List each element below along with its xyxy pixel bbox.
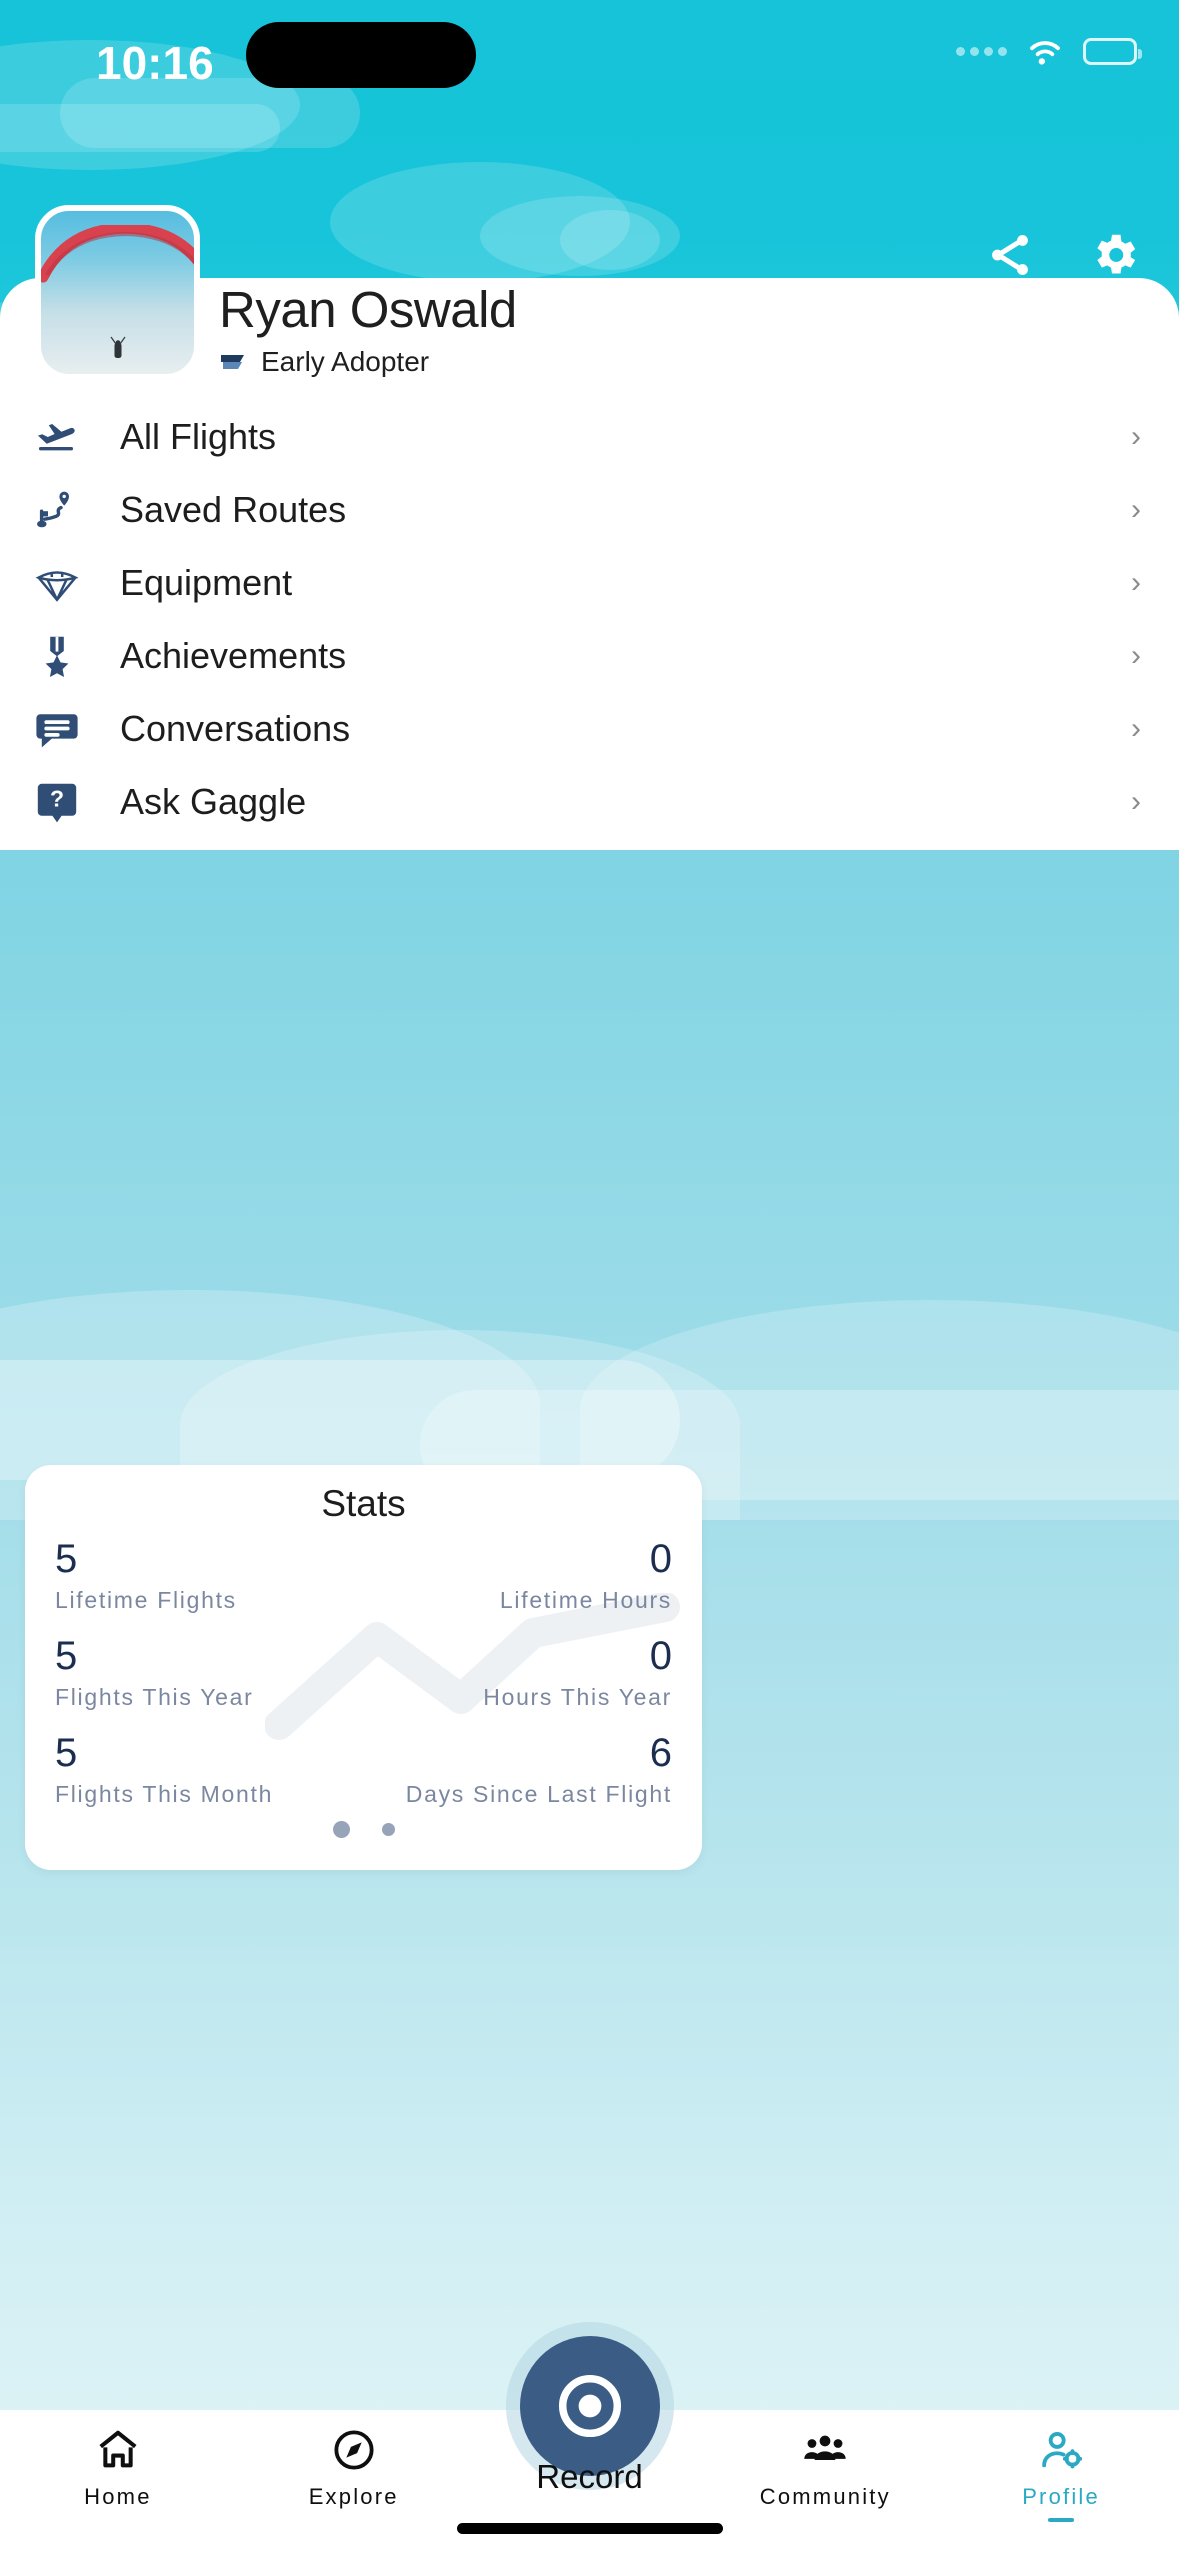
medal-icon <box>22 632 92 680</box>
compass-icon <box>259 2424 449 2476</box>
paraglider-canopy-icon <box>41 225 194 283</box>
profile-menu: All Flights › Saved Routes › Equipment ›… <box>0 400 1179 838</box>
menu-item-label: Saved Routes <box>120 488 347 530</box>
stat-flights-this-year: 5 Flights This Year <box>55 1636 333 1711</box>
pager-dot-2[interactable] <box>381 1823 395 1836</box>
status-bar: 10:16 <box>0 0 1179 130</box>
page-title: Ryan Oswald <box>219 281 517 338</box>
status-badge: Early Adopter <box>219 346 517 378</box>
chevron-right-icon: › <box>1131 565 1141 599</box>
nav-item-profile[interactable]: Profile <box>966 2424 1156 2522</box>
stat-value: 0 <box>649 1537 672 1581</box>
record-target-icon <box>558 2374 621 2438</box>
stat-label: Lifetime Hours <box>499 1587 672 1613</box>
home-icon <box>23 2424 213 2476</box>
stats-title: Stats <box>321 1483 406 1524</box>
menu-item-label: Achievements <box>120 634 347 676</box>
menu-item-ask-gaggle[interactable]: ? Ask Gaggle › <box>0 765 1179 838</box>
stat-lifetime-flights: 5 Lifetime Flights <box>55 1539 333 1614</box>
stats-row: 5 Flights This Year 0 Hours This Year <box>55 1636 672 1711</box>
chat-bubble-icon <box>22 705 92 753</box>
status-bar-time: 10:16 <box>96 37 214 89</box>
stats-row: 5 Lifetime Flights 0 Lifetime Hours <box>55 1539 672 1614</box>
stat-value: 0 <box>649 1634 672 1678</box>
nav-item-label: Community <box>759 2484 891 2509</box>
record-core <box>519 2336 660 2476</box>
active-tab-indicator <box>1048 2518 1075 2522</box>
header-actions <box>985 228 1141 282</box>
wifi-icon <box>1025 36 1065 66</box>
cloud-shape <box>560 210 660 270</box>
profile-identity: Ryan Oswald Early Adopter <box>219 283 517 378</box>
menu-item-conversations[interactable]: Conversations › <box>0 692 1179 765</box>
svg-text:?: ? <box>50 785 64 811</box>
menu-item-saved-routes[interactable]: Saved Routes › <box>0 473 1179 546</box>
menu-item-label: All Flights <box>120 415 277 457</box>
stat-label: Days Since Last Flight <box>405 1781 672 1807</box>
stats-row: 5 Flights This Month 6 Days Since Last F… <box>55 1733 672 1808</box>
dynamic-island <box>246 22 476 88</box>
flight-takeoff-icon <box>22 413 92 461</box>
menu-item-all-flights[interactable]: All Flights › <box>0 400 1179 473</box>
badge-label: Early Adopter <box>261 345 430 377</box>
paraglider-icon <box>22 559 92 607</box>
pilot-icon <box>109 336 126 358</box>
route-pin-icon <box>22 486 92 534</box>
avatar[interactable] <box>35 205 200 380</box>
status-bar-indicators <box>956 36 1142 66</box>
nav-item-explore[interactable]: Explore <box>259 2424 449 2510</box>
profile-gear-icon <box>966 2424 1156 2476</box>
chevron-right-icon: › <box>1131 419 1141 453</box>
stats-card[interactable]: Stats 5 Lifetime Flights 0 Lifetime Hour… <box>25 1465 702 1870</box>
menu-item-achievements[interactable]: Achievements › <box>0 619 1179 692</box>
stats-pager[interactable] <box>25 1821 702 1838</box>
signal-dots-icon <box>956 46 1007 56</box>
followers-label: Followers <box>228 386 342 412</box>
pager-dot-1[interactable] <box>332 1821 350 1838</box>
wing-badge-icon <box>221 354 244 369</box>
stat-label: Flights This Month <box>55 1781 274 1807</box>
menu-item-label: Equipment <box>120 561 293 603</box>
stat-label: Lifetime Flights <box>55 1587 237 1613</box>
stats-grid: 5 Lifetime Flights 0 Lifetime Hours 5 Fl… <box>25 1539 702 1808</box>
following-label: Following <box>419 386 531 412</box>
home-indicator <box>456 2523 723 2534</box>
stat-value: 6 <box>649 1731 672 1775</box>
question-bubble-icon: ? <box>22 778 92 826</box>
nav-item-community[interactable]: Community <box>730 2424 920 2510</box>
menu-item-equipment[interactable]: Equipment › <box>0 546 1179 619</box>
gear-icon[interactable] <box>1087 228 1141 282</box>
stat-flights-this-month: 5 Flights This Month <box>55 1733 333 1808</box>
stat-value: 5 <box>55 1634 78 1678</box>
chevron-right-icon: › <box>1131 784 1141 818</box>
nav-item-label: Home <box>84 2484 152 2509</box>
stat-label: Flights This Year <box>55 1684 254 1710</box>
chevron-right-icon: › <box>1131 711 1141 745</box>
people-icon <box>730 2424 920 2476</box>
menu-item-label: Ask Gaggle <box>120 780 307 822</box>
record-button-label: Record <box>536 2458 643 2495</box>
stat-days-since-last-flight: 6 Days Since Last Flight <box>394 1733 672 1808</box>
stat-value: 5 <box>55 1731 78 1775</box>
menu-item-label: Conversations <box>120 707 351 749</box>
battery-icon <box>1083 37 1142 65</box>
nav-item-home[interactable]: Home <box>23 2424 213 2510</box>
stat-label: Hours This Year <box>483 1684 672 1710</box>
stat-lifetime-hours: 0 Lifetime Hours <box>394 1539 672 1614</box>
nav-item-label: Profile <box>1022 2484 1100 2509</box>
chevron-right-icon: › <box>1131 492 1141 526</box>
stat-value: 5 <box>55 1537 78 1581</box>
nav-item-label: Explore <box>308 2484 399 2509</box>
share-icon[interactable] <box>985 230 1035 280</box>
chevron-right-icon: › <box>1131 638 1141 672</box>
stat-hours-this-year: 0 Hours This Year <box>394 1636 672 1711</box>
